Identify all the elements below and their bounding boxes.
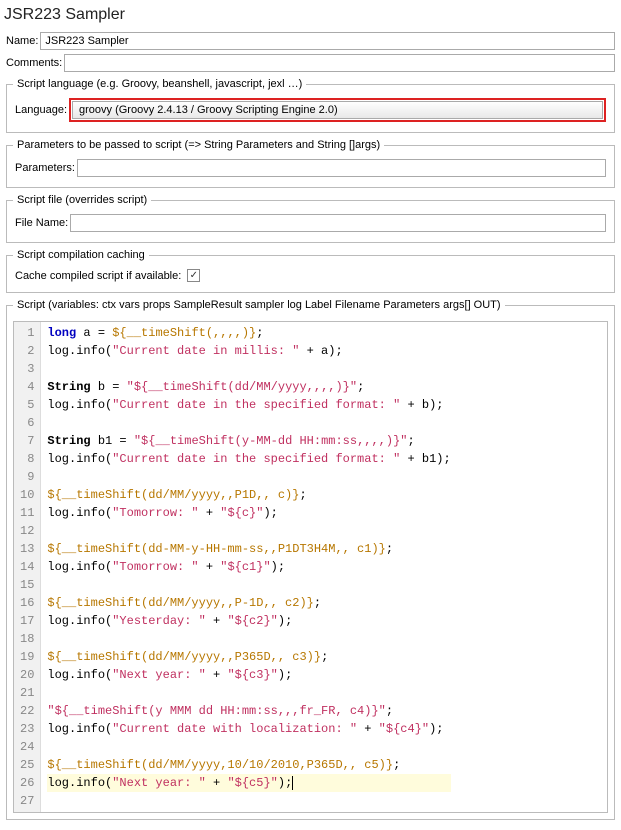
script-fieldset: Script (variables: ctx vars props Sample… <box>6 299 615 820</box>
line-number: 10 <box>20 486 34 504</box>
scriptfile-fieldset: Script file (overrides script) File Name… <box>6 194 615 243</box>
parameters-label: Parameters: <box>15 162 75 174</box>
code-line[interactable] <box>47 630 450 648</box>
line-number: 16 <box>20 594 34 612</box>
code-line[interactable] <box>47 522 450 540</box>
cache-fieldset: Script compilation caching Cache compile… <box>6 249 615 293</box>
parameters-legend: Parameters to be passed to script (=> St… <box>13 139 384 151</box>
line-number: 15 <box>20 576 34 594</box>
code-line[interactable] <box>47 738 450 756</box>
language-select[interactable]: groovy (Groovy 2.4.13 / Groovy Scripting… <box>72 101 603 119</box>
code-line[interactable]: ${__timeShift(dd/MM/yyyy,,P365D,, c3)}; <box>47 648 450 666</box>
code-line[interactable]: log.info("Yesterday: " + "${c2}"); <box>47 612 450 630</box>
name-label: Name: <box>6 35 38 47</box>
cache-checkbox[interactable] <box>187 269 200 282</box>
line-number: 17 <box>20 612 34 630</box>
page-title: JSR223 Sampler <box>4 6 617 24</box>
line-number: 7 <box>20 432 34 450</box>
line-number: 4 <box>20 378 34 396</box>
code-line[interactable]: "${__timeShift(y MMM dd HH:mm:ss,,,fr_FR… <box>47 702 450 720</box>
code-line[interactable]: log.info("Next year: " + "${c3}"); <box>47 666 450 684</box>
line-number: 26 <box>20 774 34 792</box>
filename-input[interactable] <box>70 214 606 232</box>
cache-label: Cache compiled script if available: <box>15 270 181 282</box>
language-value: groovy (Groovy 2.4.13 / Groovy Scripting… <box>79 104 338 116</box>
line-number: 22 <box>20 702 34 720</box>
comments-input[interactable] <box>64 54 615 72</box>
text-cursor <box>292 776 293 790</box>
line-number: 3 <box>20 360 34 378</box>
code-line[interactable]: log.info("Current date with localization… <box>47 720 450 738</box>
parameters-fieldset: Parameters to be passed to script (=> St… <box>6 139 615 188</box>
script-legend: Script (variables: ctx vars props Sample… <box>13 299 505 311</box>
script-editor[interactable]: 1234567891011121314151617181920212223242… <box>13 321 608 813</box>
line-number: 25 <box>20 756 34 774</box>
language-fieldset: Script language (e.g. Groovy, beanshell,… <box>6 78 615 133</box>
editor-code[interactable]: long a = ${__timeShift(,,,,)};log.info("… <box>41 322 456 812</box>
line-number: 2 <box>20 342 34 360</box>
line-number: 8 <box>20 450 34 468</box>
line-number: 19 <box>20 648 34 666</box>
line-number: 12 <box>20 522 34 540</box>
code-line[interactable]: log.info("Current date in millis: " + a)… <box>47 342 450 360</box>
code-line[interactable]: log.info("Current date in the specified … <box>47 396 450 414</box>
code-line[interactable]: ${__timeShift(dd/MM/yyyy,,P-1D,, c2)}; <box>47 594 450 612</box>
code-line[interactable] <box>47 468 450 486</box>
code-line[interactable]: log.info("Tomorrow: " + "${c}"); <box>47 504 450 522</box>
line-number: 14 <box>20 558 34 576</box>
parameters-input[interactable] <box>77 159 606 177</box>
language-legend: Script language (e.g. Groovy, beanshell,… <box>13 78 306 90</box>
line-number: 13 <box>20 540 34 558</box>
line-number: 6 <box>20 414 34 432</box>
language-highlight: groovy (Groovy 2.4.13 / Groovy Scripting… <box>69 98 606 122</box>
code-line[interactable]: String b1 = "${__timeShift(y-MM-dd HH:mm… <box>47 432 450 450</box>
line-number: 27 <box>20 792 34 810</box>
code-line[interactable]: ${__timeShift(dd/MM/yyyy,,P1D,, c)}; <box>47 486 450 504</box>
language-label: Language: <box>15 104 67 116</box>
name-input[interactable] <box>40 32 615 50</box>
code-line[interactable]: String b = "${__timeShift(dd/MM/yyyy,,,,… <box>47 378 450 396</box>
scriptfile-legend: Script file (overrides script) <box>13 194 151 206</box>
line-number: 11 <box>20 504 34 522</box>
code-line[interactable]: log.info("Next year: " + "${c5}"); <box>47 774 450 792</box>
line-number: 21 <box>20 684 34 702</box>
line-number: 9 <box>20 468 34 486</box>
code-line[interactable] <box>47 414 450 432</box>
filename-label: File Name: <box>15 217 68 229</box>
code-line[interactable]: log.info("Tomorrow: " + "${c1}"); <box>47 558 450 576</box>
line-number: 24 <box>20 738 34 756</box>
line-number: 5 <box>20 396 34 414</box>
comments-label: Comments: <box>6 57 62 69</box>
code-line[interactable] <box>47 792 450 810</box>
code-line[interactable]: ${__timeShift(dd/MM/yyyy,10/10/2010,P365… <box>47 756 450 774</box>
code-line[interactable]: long a = ${__timeShift(,,,,)}; <box>47 324 450 342</box>
code-line[interactable] <box>47 576 450 594</box>
code-line[interactable]: ${__timeShift(dd-MM-y-HH-mm-ss,,P1DT3H4M… <box>47 540 450 558</box>
code-line[interactable] <box>47 360 450 378</box>
line-number: 23 <box>20 720 34 738</box>
line-number: 20 <box>20 666 34 684</box>
editor-gutter: 1234567891011121314151617181920212223242… <box>14 322 41 812</box>
line-number: 18 <box>20 630 34 648</box>
code-line[interactable] <box>47 684 450 702</box>
line-number: 1 <box>20 324 34 342</box>
cache-legend: Script compilation caching <box>13 249 149 261</box>
code-line[interactable]: log.info("Current date in the specified … <box>47 450 450 468</box>
